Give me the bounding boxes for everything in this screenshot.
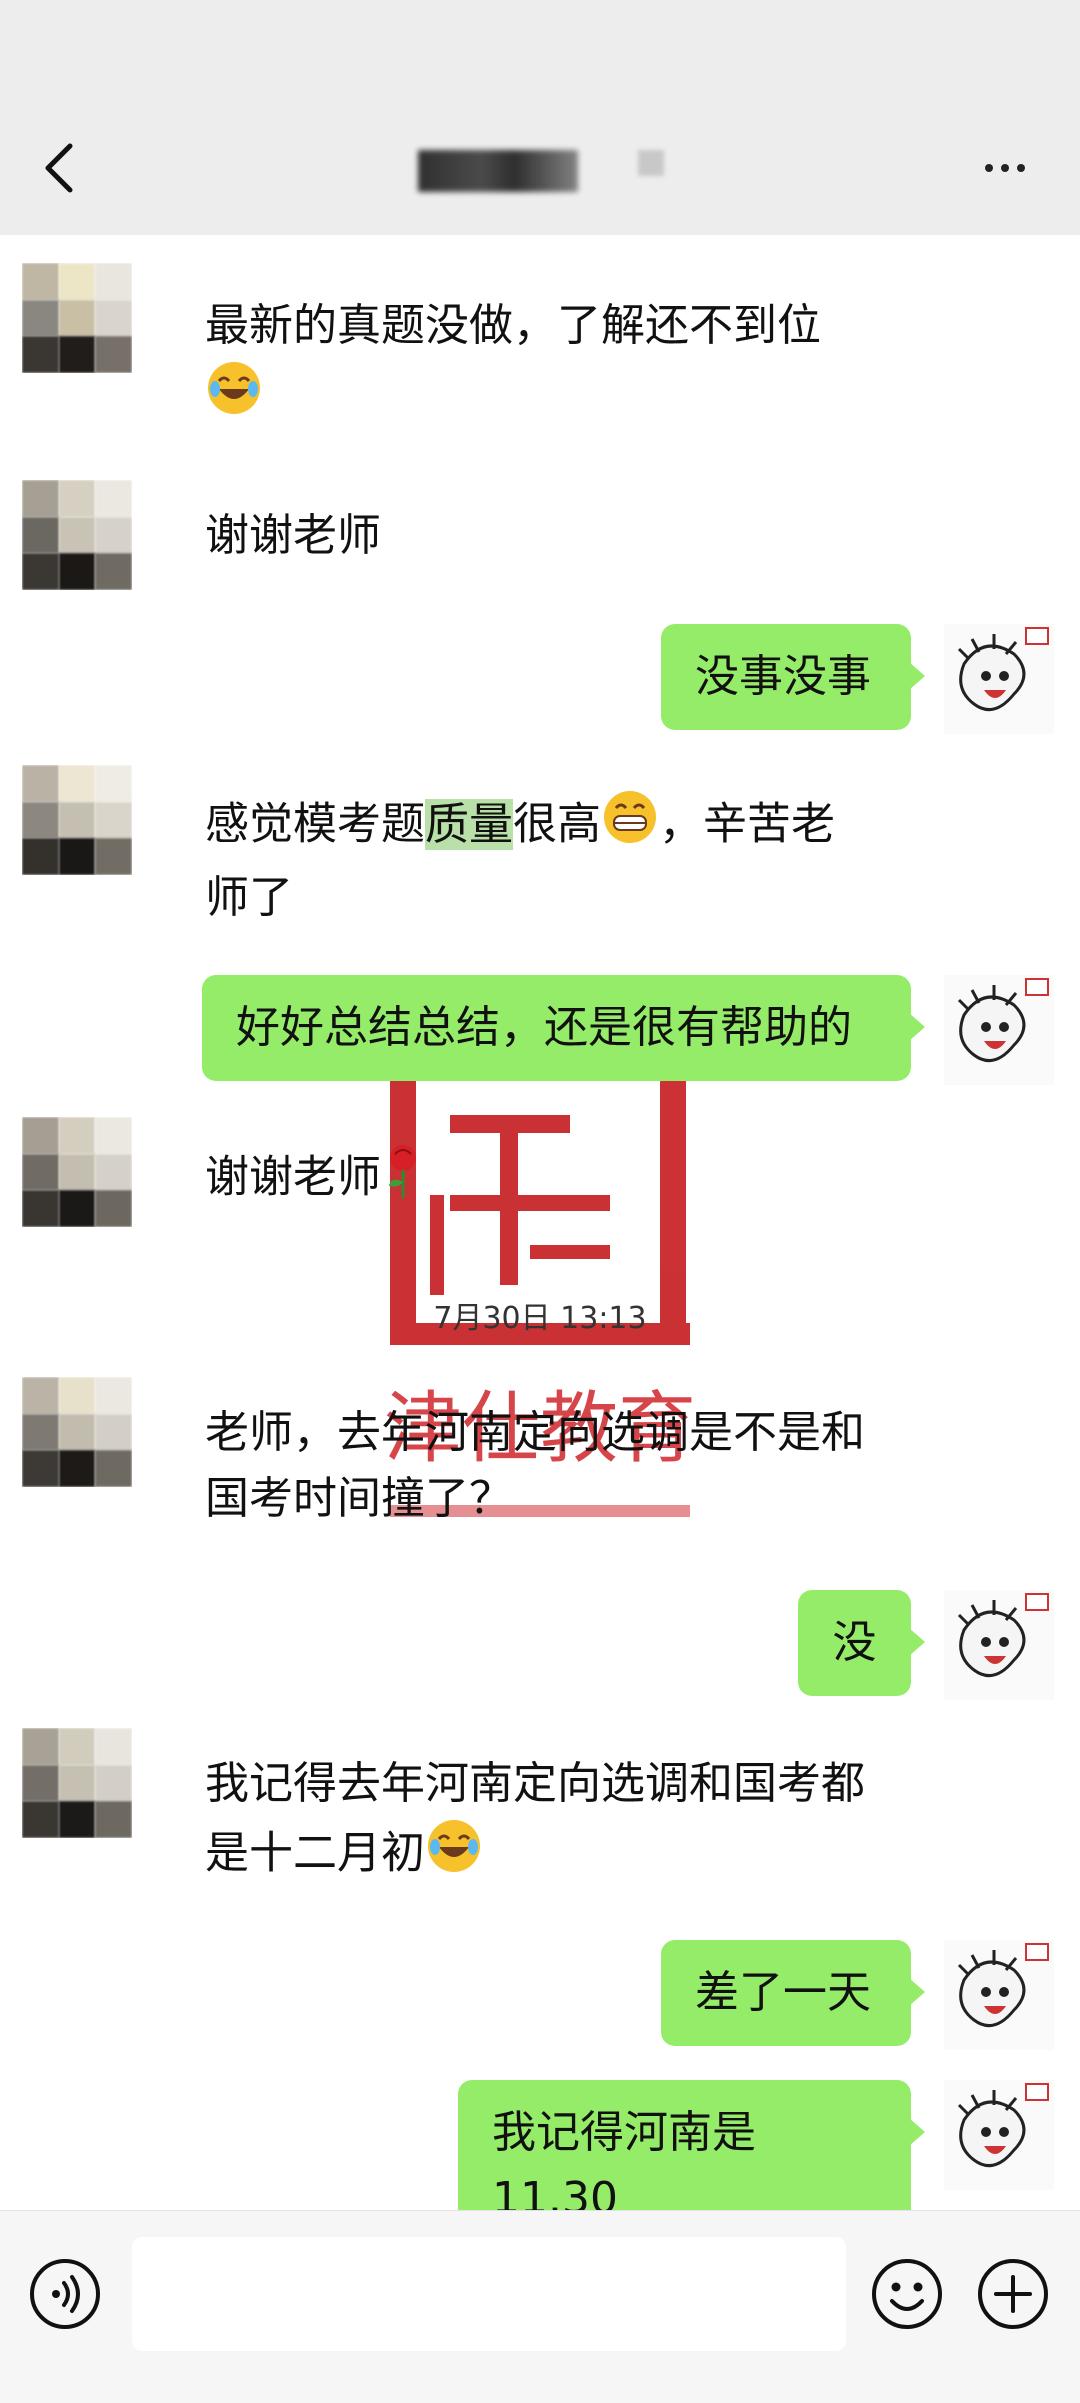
more-options-button[interactable] — [975, 150, 1035, 186]
message-text: 最新的真题没做，了解还不到位 — [205, 293, 821, 436]
message-bubble-sent[interactable]: 我记得河南是 11.30 — [458, 2080, 925, 2210]
chat-message-list[interactable]: 津仕教育 最新的真题没做，了解还不到位 谢谢老师 没事没事 感觉模考题质量很高，… — [0, 235, 1080, 2210]
message-text: 谢谢老师 — [205, 1140, 425, 1219]
contact-avatar[interactable] — [22, 765, 132, 875]
message-text: 谢谢老师 — [205, 510, 381, 561]
message-text: 感觉模考题质量很高 ，辛苦老 师了 — [205, 788, 835, 931]
self-avatar[interactable] — [944, 1940, 1054, 2050]
contact-avatar[interactable] — [22, 1117, 132, 1227]
contact-avatar[interactable] — [22, 480, 132, 590]
self-avatar[interactable] — [944, 2080, 1054, 2190]
self-avatar[interactable] — [944, 624, 1054, 734]
more-functions-button[interactable] — [976, 2257, 1050, 2331]
grinning-emoji — [601, 788, 659, 865]
contact-avatar[interactable] — [22, 263, 132, 373]
chat-header — [0, 0, 1080, 235]
self-avatar[interactable] — [944, 975, 1054, 1085]
message-text: 老师，去年河南定向选调是不是和 国考时间撞了？ — [205, 1407, 865, 1524]
voice-input-button[interactable] — [28, 2257, 102, 2331]
message-bubble-sent[interactable]: 差了一天 — [661, 1940, 925, 2046]
chevron-left-icon — [45, 143, 73, 193]
message-input[interactable] — [132, 2237, 846, 2351]
voice-icon — [30, 2259, 100, 2329]
more-dots-icon — [985, 164, 993, 172]
message-text: 我记得去年河南定向选调和国考都 是十二月初 — [205, 1751, 865, 1894]
plus-icon — [978, 2259, 1048, 2329]
message-bubble-sent[interactable]: 没事没事 — [661, 624, 925, 730]
contact-name-redacted-fragment — [638, 150, 664, 176]
laughing-tears-emoji — [425, 1817, 483, 1894]
contact-name-redacted — [418, 150, 578, 192]
message-bubble-sent[interactable]: 好好总结总结，还是很有帮助的 — [202, 975, 925, 1081]
contact-avatar[interactable] — [22, 1728, 132, 1838]
contact-avatar[interactable] — [22, 1377, 132, 1487]
message-bubble-sent[interactable]: 没 — [798, 1590, 925, 1696]
self-avatar[interactable] — [944, 1590, 1054, 1700]
emoji-icon — [872, 2259, 942, 2329]
rose-emoji — [381, 1140, 425, 1219]
laughing-tears-emoji — [205, 359, 263, 436]
back-button[interactable] — [40, 140, 80, 196]
input-toolbar — [0, 2210, 1080, 2403]
emoji-button[interactable] — [870, 2257, 944, 2331]
message-timestamp: 7月30日 13:13 — [433, 1301, 647, 1336]
